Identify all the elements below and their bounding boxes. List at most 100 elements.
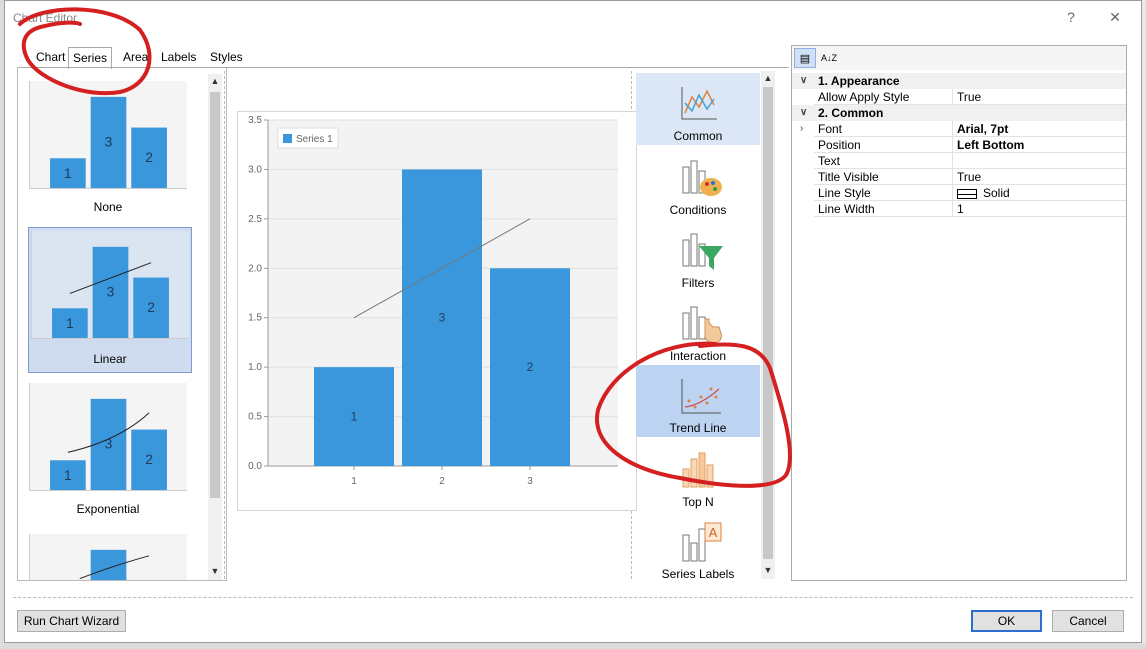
series-type-linear[interactable]: 1 3 2 Linear [28,227,192,373]
tab-area[interactable]: Area [119,50,152,68]
category-appearance[interactable]: ∨ 1. Appearance [792,73,1126,89]
chart-preview: 0.0 0.5 1.0 1.5 2.0 2.5 3.0 3.5 1 1 3 2 2 3 Series 1 [237,111,637,511]
chart-preview-svg: 0.0 0.5 1.0 1.5 2.0 2.5 3.0 3.5 1 1 3 2 2 3 Series 1 [248,115,618,487]
legend-swatch [283,134,292,143]
help-button[interactable]: ? [1059,9,1083,27]
option-conditions[interactable]: Conditions [636,147,760,219]
x-tick-label: 1 [351,476,357,487]
property-row[interactable]: › Font Arial, 7pt [792,121,1126,137]
series-type-label: Linear [93,352,127,366]
run-chart-wizard-button[interactable]: Run Chart Wizard [17,610,126,632]
series-labels-icon: A [682,522,722,562]
thumb-chart-linear: 1 3 2 [31,231,189,339]
option-label: Filters [681,276,715,290]
window-title: Chart Editor [13,11,78,25]
cancel-button[interactable]: Cancel [1052,610,1124,632]
option-label: Trend Line [669,421,727,435]
option-trend-line[interactable]: Trend Line [636,365,760,437]
thumb-chart-exponential: 1 3 2 [29,383,187,491]
ok-button[interactable]: OK [971,610,1042,632]
thumb-chart-none: 1 3 2 [29,81,187,189]
palette-chart-icon [682,160,722,196]
y-tick-label: 0.0 [248,461,262,472]
scroll-down-arrow-icon[interactable]: ▼ [761,563,775,577]
property-value[interactable]: True [952,169,1126,185]
property-value: Solid [983,186,1010,200]
property-row[interactable]: Allow Apply Style True [792,89,1126,105]
series-type-exponential[interactable]: 1 3 2 Exponential [26,380,190,520]
property-value[interactable]: Left Bottom [952,137,1126,153]
tab-series[interactable]: Series [68,47,113,69]
series-type-label: None [93,200,123,214]
expand-chevron-icon[interactable]: › [800,121,803,137]
collapse-chevron-icon[interactable]: ∨ [800,73,807,89]
funnel-chart-icon [682,233,723,270]
x-tick-label: 2 [439,476,445,487]
trend-line-icon [681,379,721,414]
property-value[interactable] [952,153,1126,169]
property-name: Text [818,154,841,168]
option-label: Common [673,129,723,143]
category-common[interactable]: ∨ 2. Common [792,105,1126,121]
svg-text:2: 2 [147,299,155,315]
tab-labels[interactable]: Labels [157,50,200,68]
y-tick-label: 2.5 [248,214,262,225]
option-label: Series Labels [661,567,735,581]
series-type-none[interactable]: 1 3 2 None [26,78,190,218]
scroll-thumb[interactable] [210,92,220,498]
svg-text:A: A [709,525,718,540]
property-value-cell[interactable]: Solid [952,185,1126,201]
y-tick-label: 0.5 [248,412,262,423]
property-value[interactable]: True [952,89,1126,105]
collapse-chevron-icon[interactable]: ∨ [800,105,807,121]
scroll-down-arrow-icon[interactable]: ▼ [208,564,222,578]
close-button[interactable]: ✕ [1103,9,1127,27]
divider [13,597,1133,598]
background-app-bottom [0,643,1146,649]
option-list: Common Conditions Filters Interaction Tr… [631,71,779,581]
option-series-labels[interactable]: A Series Labels [636,511,760,581]
scroll-up-arrow-icon[interactable]: ▲ [208,74,222,88]
tab-chart[interactable]: Chart [32,50,69,68]
data-label: 2 [527,360,534,374]
scroll-thumb[interactable] [763,87,773,559]
option-label: Conditions [669,203,727,217]
y-tick-label: 1.5 [248,313,262,324]
svg-text:3: 3 [105,435,113,451]
option-filters[interactable]: Filters [636,220,760,292]
y-tick-label: 1.0 [248,362,262,373]
option-top-n[interactable]: Top N [636,439,760,511]
y-tick-label: 3.5 [248,115,262,126]
alphabetical-sort-button[interactable]: A↓Z [818,48,840,68]
series-list-scrollbar[interactable]: ▲ ▼ [208,74,222,580]
svg-text:2: 2 [145,451,153,467]
option-list-scrollbar[interactable]: ▲ ▼ [761,71,775,579]
property-row[interactable]: Line Style Solid [792,185,1126,201]
chart-editor-dialog: Chart Editor ? ✕ Chart Series Area Label… [4,0,1142,643]
property-row[interactable]: Text [792,153,1126,169]
categorized-view-button[interactable]: ▤ [794,48,816,68]
property-row[interactable]: Title Visible True [792,169,1126,185]
tab-styles[interactable]: Styles [206,50,247,68]
property-row[interactable]: Line Width 1 [792,201,1126,217]
hand-chart-icon [682,306,722,344]
property-value[interactable]: 1 [952,201,1126,217]
svg-text:3: 3 [107,283,115,299]
series-type-list: 1 3 2 None 1 3 2 Linear 1 3 2 Exponentia… [17,68,227,581]
line-style-swatch-icon [957,188,977,199]
option-common[interactable]: Common [636,73,760,145]
property-grid-toolbar: ▤ A↓Z [792,46,1126,70]
property-value[interactable]: Arial, 7pt [952,121,1126,137]
option-interaction[interactable]: Interaction [636,293,760,365]
option-label: Top N [682,495,714,509]
svg-text:1: 1 [64,165,72,181]
thumb-chart-partial [29,534,187,580]
option-label: Interaction [669,349,727,363]
property-name: Line Width [818,202,875,216]
series-type-logarithmic[interactable] [26,531,190,580]
svg-text:1: 1 [64,467,72,483]
line-chart-icon [681,87,717,120]
property-row[interactable]: Position Left Bottom [792,137,1126,153]
svg-text:1: 1 [66,315,74,331]
scroll-up-arrow-icon[interactable]: ▲ [761,71,775,85]
